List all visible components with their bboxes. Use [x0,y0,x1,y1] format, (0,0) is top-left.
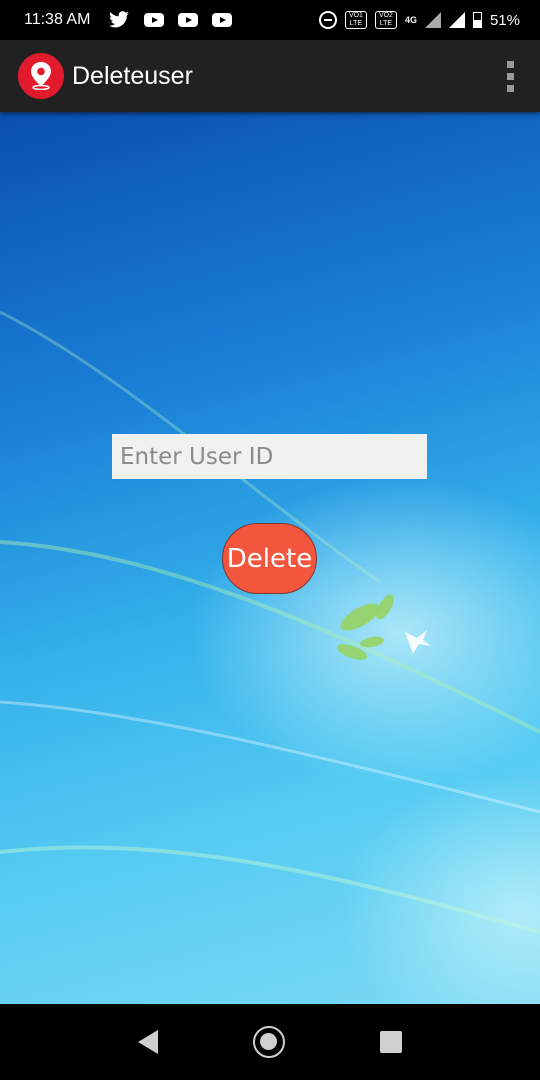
youtube-icon [178,13,199,27]
youtube-icon [212,13,233,27]
twitter-icon [109,11,130,28]
main-content: Delete [0,112,540,1004]
page-title: Deleteuser [72,61,193,90]
volte1-icon: VO1 LTE [344,11,367,29]
battery-icon [472,12,482,28]
delete-button[interactable]: Delete [222,523,317,594]
status-time: 11:38 AM [24,11,91,28]
signal-icon [424,12,441,28]
app-bar: Deleteuser [0,40,540,112]
volte2-icon: VO2 LTE [374,11,397,29]
navigation-bar [0,1004,540,1080]
overflow-menu-icon[interactable] [498,56,522,96]
status-bar: 11:38 AM VO1 LTE VO2 LTE 4G 51% [0,0,540,40]
signal-icon [448,12,465,28]
back-icon[interactable] [137,1030,158,1054]
battery-percent: 51% [489,11,520,29]
location-pin-icon [18,53,64,99]
recents-icon[interactable] [380,1031,403,1053]
network-type: 4G [404,15,417,25]
youtube-icon [144,13,165,27]
do-not-disturb-icon [318,11,337,29]
home-icon[interactable] [252,1026,285,1058]
user-id-input[interactable] [112,434,427,479]
